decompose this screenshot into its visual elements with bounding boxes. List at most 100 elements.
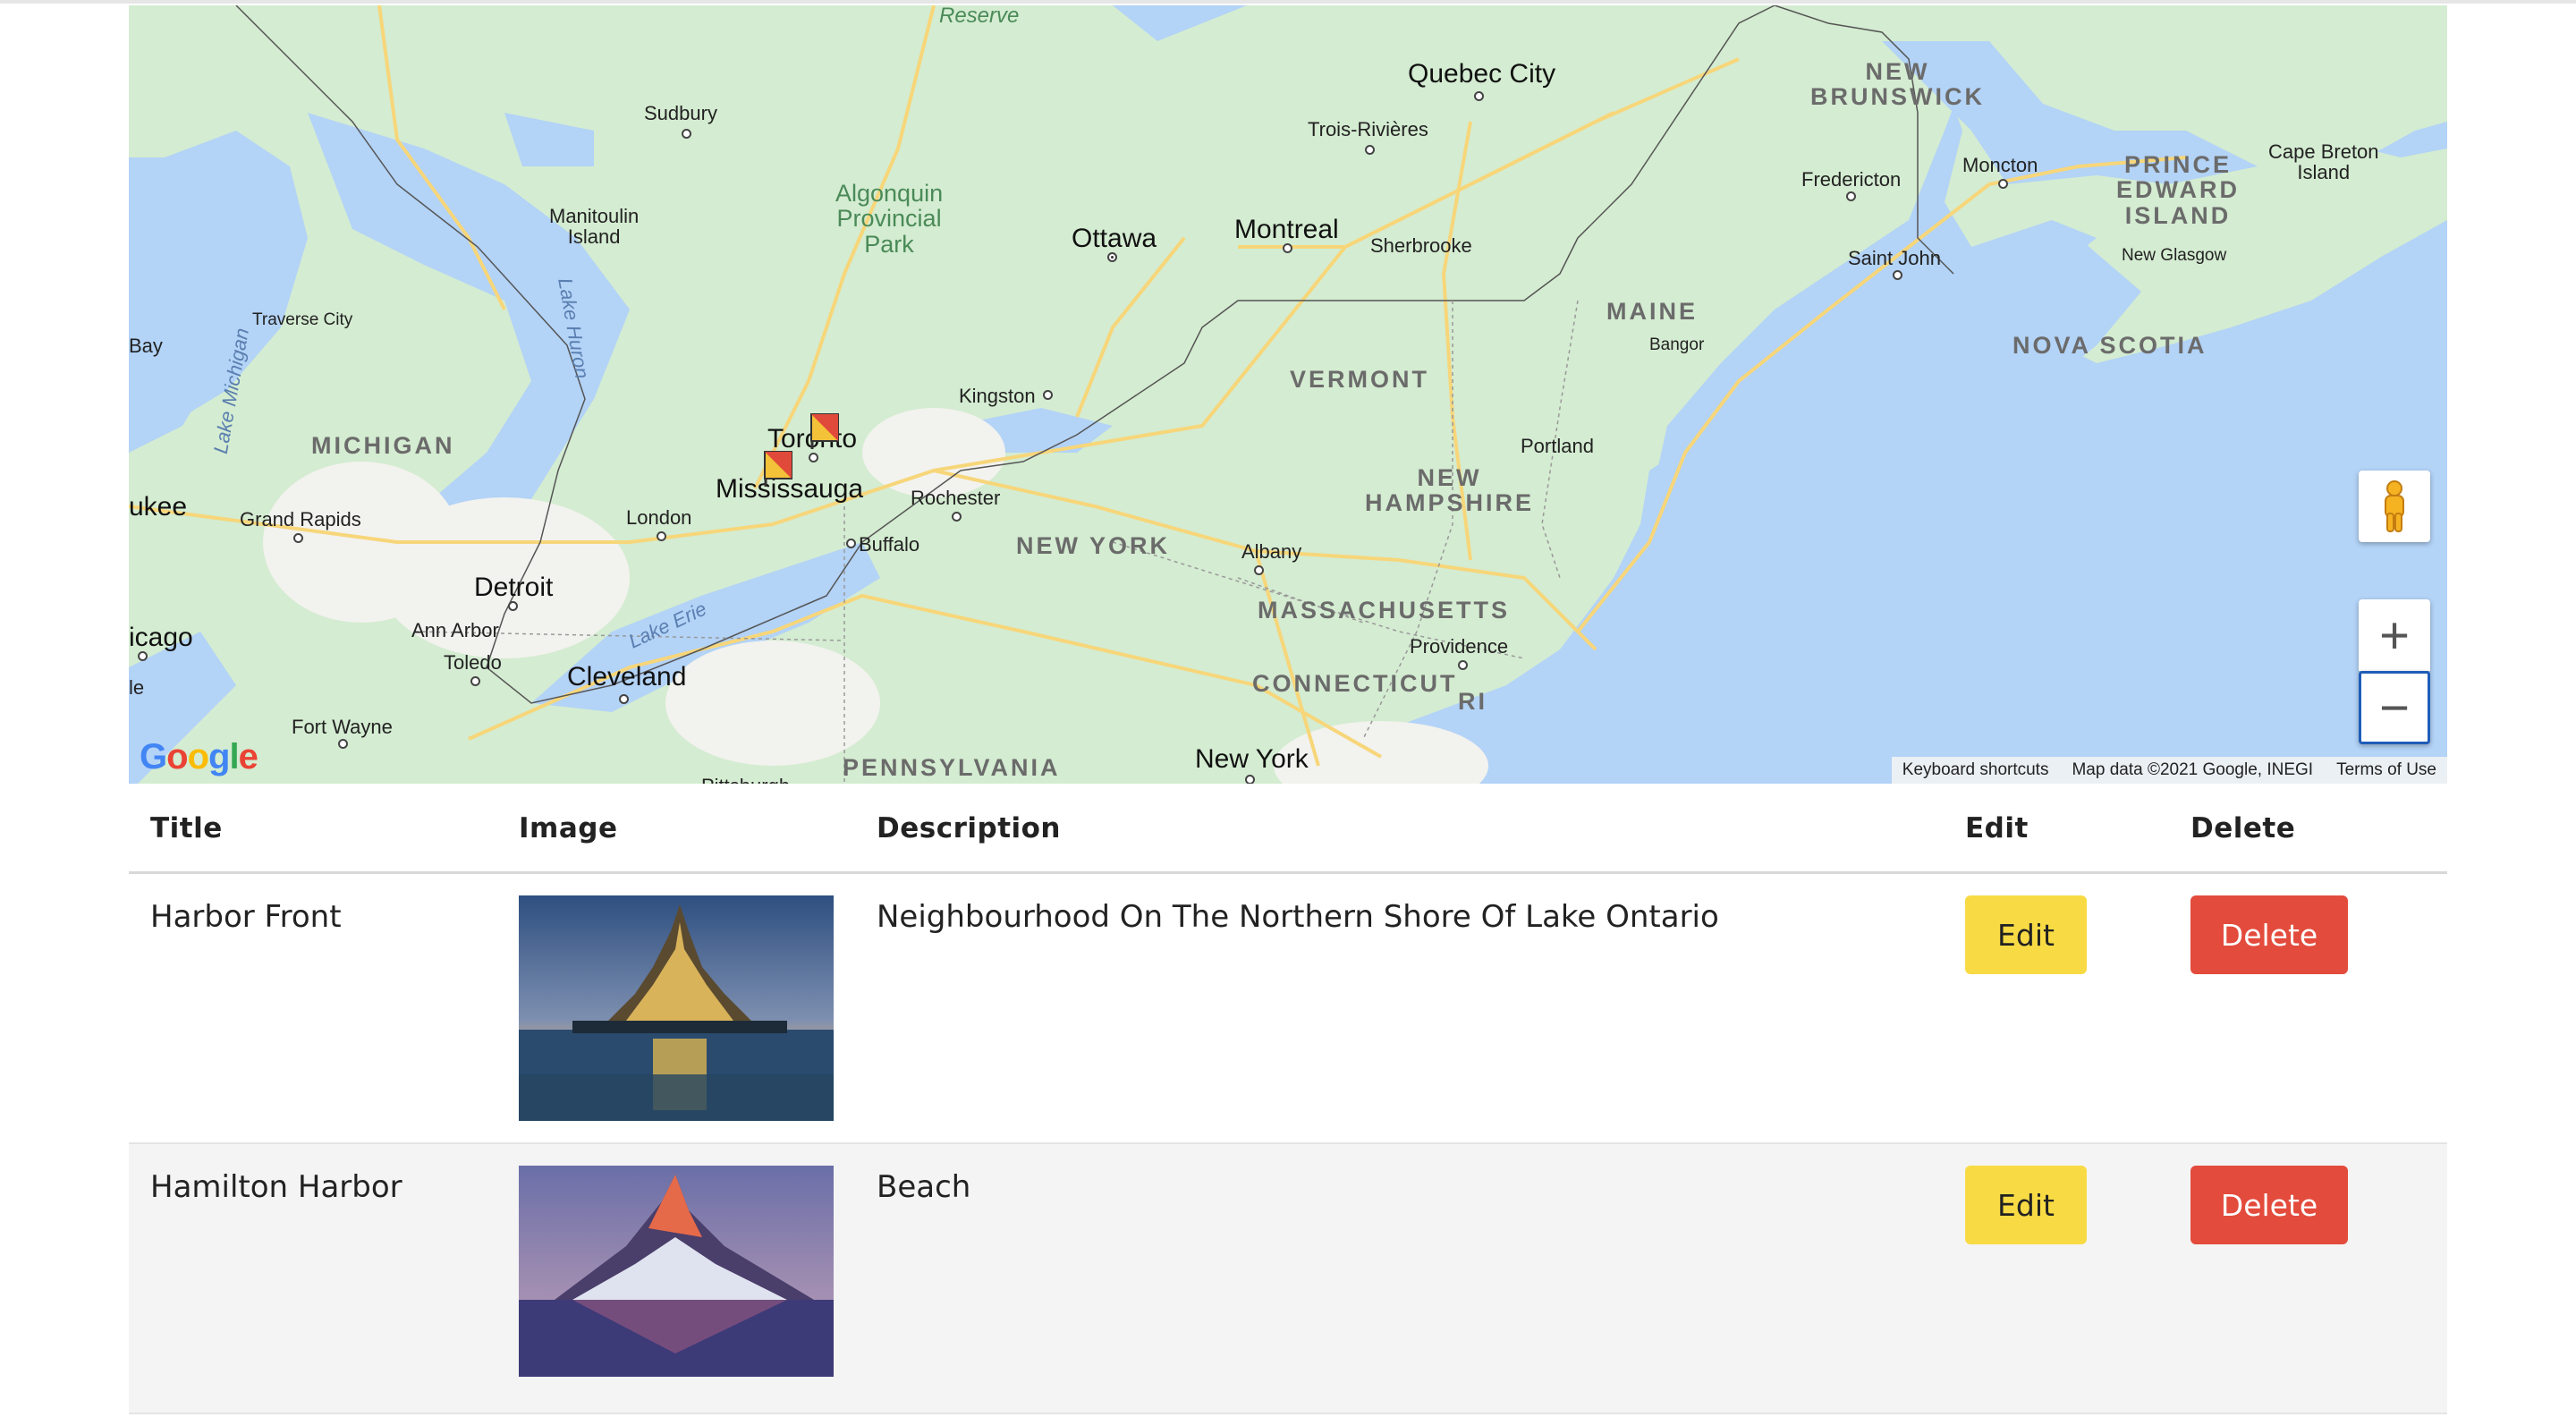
zoom-out-button[interactable]: − [2359,671,2430,744]
map-label-partial-le: le [129,676,145,699]
map-attribution-bar: Keyboard shortcuts Map data ©2021 Google… [1891,757,2447,784]
map-label-portland: Portland [1521,435,1594,457]
map-dot [657,531,666,541]
map-label-fredericton: Fredericton [1801,168,1902,191]
header-description: Description [877,812,1062,844]
row-image-mountain [519,1166,834,1377]
map-label-new-york-state: NEW YORK [1016,532,1171,559]
map-dot [508,601,518,611]
edit-button[interactable]: Edit [1965,895,2087,974]
map-dot [1254,565,1264,575]
map-label-london: London [626,506,692,529]
map-dot [619,694,629,704]
map-label-ri: RI [1458,688,1487,715]
map-dot [1893,270,1902,280]
map-dot [1365,145,1375,155]
zoom-in-button[interactable]: + [2359,599,2430,671]
delete-button[interactable]: Delete [2190,895,2348,974]
map-label-pittsburgh-partial: Pittsburgh [701,776,790,785]
map-label-montreal: Montreal [1234,215,1339,244]
minus-icon: − [2379,678,2410,737]
map-label-buffalo: Buffalo [859,533,920,556]
map-label-new-glasgow: New Glasgow [2122,246,2227,265]
map-label-bangor: Bangor [1649,335,1705,354]
map-label-nova-scotia: NOVA SCOTIA [2012,332,2207,359]
map-label-reserve: Reserve [939,5,1020,28]
map-dot [1283,243,1292,253]
map-dot [1245,775,1255,784]
header-edit: Edit [1965,812,2029,844]
map-label-cape-breton: Cape Breton Island [2268,140,2379,184]
map-label-providence: Providence [1410,635,1509,658]
map-label-toledo: Toledo [444,651,502,674]
map-label-kingston: Kingston [959,385,1036,407]
map-label-sherbrooke: Sherbrooke [1370,234,1472,257]
header-image: Image [519,812,618,844]
map-label-ann-arbor: Ann Arbor [411,619,499,641]
pegman-icon [2385,480,2404,532]
map-label-pennsylvania: PENNSYLVANIA [843,754,1061,781]
row-description: Neighbourhood On The Northern Shore Of L… [877,899,1719,935]
map-label-albany: Albany [1241,540,1302,563]
map-dot-capital [1107,252,1117,262]
map-label-saint-john: Saint John [1848,247,1941,269]
map-view[interactable]: Reserve Sudbury Quebec City Trois-Rivièr… [129,5,2447,784]
map-label-maine: MAINE [1606,298,1698,325]
map-label-milwaukee-partial: ukee [129,492,188,522]
map-label-chicago-partial: icago [129,623,193,652]
locations-table: Title Image Description Edit Delete Harb… [129,787,2447,1414]
map-dot [338,739,348,749]
map-label-bay: Bay [129,335,163,357]
map-label-detroit: Detroit [474,573,554,602]
map-label-new-brunswick: NEW BRUNSWICK [1810,58,1985,111]
table-row: Harbor Front Neighbourhood On The Northe… [129,874,2447,1144]
map-dot [1043,390,1053,400]
map-label-michigan: MICHIGAN [311,432,455,459]
map-marker-toronto[interactable] [810,413,841,449]
map-label-algonquin: Algonquin Provincial Park [835,180,944,258]
map-label-new-york-city: New York [1195,744,1309,774]
map-data-credit: Map data ©2021 Google, INEGI [2072,760,2314,779]
map-label-trois-rivieres: Trois-Rivières [1308,118,1428,140]
map-label-moncton: Moncton [1962,154,2038,176]
map-label-ottawa: Ottawa [1072,224,1157,253]
map-label-massachusetts: MASSACHUSETTS [1258,597,1511,624]
table-header: Title Image Description Edit Delete [129,787,2447,874]
street-view-pegman-button[interactable] [2359,471,2430,542]
map-dot [1474,91,1484,101]
map-label-vermont: VERMONT [1290,366,1429,393]
map-dot [1458,660,1468,670]
map-dot [470,676,480,686]
delete-button[interactable]: Delete [2190,1166,2348,1244]
map-label-grand-rapids: Grand Rapids [240,508,361,530]
plus-icon: + [2379,606,2410,665]
map-dot [138,651,148,661]
header-delete: Delete [2190,812,2296,844]
map-dot [952,512,962,522]
row-title: Hamilton Harbor [150,1169,402,1205]
keyboard-shortcuts-link[interactable]: Keyboard shortcuts [1902,760,2049,780]
row-description: Beach [877,1169,971,1205]
map-dot [809,453,818,462]
map-label-traverse-city: Traverse City [252,310,353,329]
map-label-cleveland: Cleveland [567,662,687,692]
map-dot [293,533,303,543]
header-title: Title [150,812,223,844]
map-label-fort-wayne: Fort Wayne [292,716,393,738]
row-title: Harbor Front [150,899,342,935]
map-label-new-hampshire: NEW HAMPSHIRE [1365,464,1535,517]
edit-button[interactable]: Edit [1965,1166,2087,1244]
map-marker-mississauga[interactable] [764,451,794,487]
map-label-sudbury: Sudbury [644,102,717,124]
top-divider [0,0,2576,4]
terms-of-use-link[interactable]: Terms of Use [2336,760,2436,780]
map-label-pei: PRINCE EDWARD ISLAND [2116,151,2240,229]
row-image-castle [519,895,834,1121]
map-dot [1998,179,2008,189]
map-dot [1846,191,1856,201]
map-dot [682,129,691,139]
table-row: Hamilton Harbor Beach Edit Delete [129,1144,2447,1414]
map-dot [846,539,856,548]
map-label-rochester: Rochester [911,487,1001,509]
map-label-manitoulin: Manitoulin Island [549,205,640,249]
